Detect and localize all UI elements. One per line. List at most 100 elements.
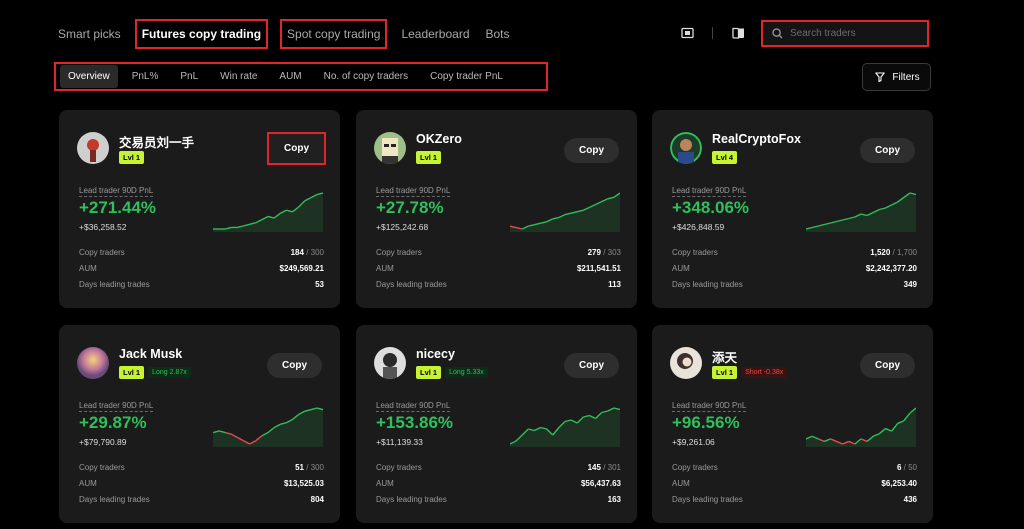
stat-aum: AUM $249,569.21	[79, 264, 324, 273]
stat-copy-traders: Copy traders 279 / 303	[376, 248, 621, 257]
tab-copy-trader-pnl[interactable]: Copy trader PnL	[422, 65, 511, 88]
trader-stats: Copy traders 1,520 / 1,700 AUM $2,242,37…	[672, 248, 917, 296]
pnl-amount: +$426,848.59	[672, 222, 725, 232]
trader-badges: Lvl 1 Long 5.33x	[416, 366, 488, 379]
book-icon[interactable]	[731, 26, 745, 40]
trader-stats: Copy traders 184 / 300 AUM $249,569.21 D…	[79, 248, 324, 296]
pnl-amount: +$11,139.33	[376, 437, 423, 447]
pnl-amount: +$36,258.52	[79, 222, 127, 232]
nav-spot-copy-trading[interactable]: Spot copy trading	[280, 19, 388, 49]
tab-pnl[interactable]: PnL	[172, 65, 206, 88]
screen-icon[interactable]	[680, 26, 694, 40]
trader-name[interactable]: Jack Musk	[119, 347, 182, 361]
tab-win-rate[interactable]: Win rate	[212, 65, 265, 88]
stat-value: 279 / 303	[587, 248, 621, 257]
copy-button[interactable]: Copy	[564, 138, 619, 163]
tab-pnl-percent[interactable]: PnL%	[124, 65, 167, 88]
copy-traders-max: 1,700	[896, 248, 917, 257]
tab-copy-traders-count[interactable]: No. of copy traders	[316, 65, 416, 88]
stat-value: 436	[903, 495, 917, 504]
search-box[interactable]	[761, 20, 929, 47]
stat-label: AUM	[672, 479, 690, 488]
sparkline-area	[213, 193, 323, 232]
stat-days-leading: Days leading trades 436	[672, 495, 917, 504]
nav-leaderboard[interactable]: Leaderboard	[401, 27, 469, 41]
copy-button[interactable]: Copy	[860, 353, 915, 378]
avatar[interactable]	[374, 132, 406, 164]
stat-copy-traders: Copy traders 51 / 300	[79, 463, 324, 472]
nav-futures-copy-trading[interactable]: Futures copy trading	[134, 19, 269, 49]
filter-icon	[873, 70, 887, 84]
copy-button[interactable]: Copy	[564, 353, 619, 378]
stat-value: 53	[315, 280, 324, 289]
trader-card-4[interactable]: Jack Musk Lvl 1 Long 2.87x Copy Lead tra…	[59, 325, 340, 523]
stat-label: Copy traders	[79, 463, 125, 472]
pnl-percent: +348.06%	[672, 198, 750, 217]
top-icons	[680, 26, 745, 40]
trader-stats: Copy traders 279 / 303 AUM $211,541.51 D…	[376, 248, 621, 296]
stat-copy-traders: Copy traders 1,520 / 1,700	[672, 248, 917, 257]
stat-label: Days leading trades	[376, 280, 447, 289]
stat-value: 1,520 / 1,700	[870, 248, 917, 257]
nav-bots[interactable]: Bots	[486, 27, 510, 41]
stat-aum: AUM $6,253.40	[672, 479, 917, 488]
trader-card-3[interactable]: RealCryptoFox Lvl 4 Copy Lead trader 90D…	[652, 110, 933, 308]
stat-days-leading: Days leading trades 349	[672, 280, 917, 289]
level-badge: Lvl 1	[119, 151, 145, 164]
pnl-sparkline	[806, 192, 916, 232]
trader-name[interactable]: 交易员刘一手	[119, 132, 194, 151]
trader-name[interactable]: nicecy	[416, 347, 455, 361]
stat-label: Copy traders	[672, 463, 718, 472]
stat-value: 163	[607, 495, 621, 504]
trader-badges: Lvl 1	[119, 151, 145, 164]
pnl-percent: +29.87%	[79, 413, 147, 432]
copy-traders-count: 1,520	[870, 248, 891, 257]
stat-value: 804	[310, 495, 324, 504]
copy-button[interactable]: Copy	[267, 132, 326, 165]
trader-name[interactable]: OKZero	[416, 132, 462, 146]
trader-card-1[interactable]: 交易员刘一手 Lvl 1 Copy Lead trader 90D PnL +2…	[59, 110, 340, 308]
avatar[interactable]	[77, 347, 109, 379]
trader-badges: Lvl 1 Short -0.38x	[712, 366, 788, 379]
filters-button[interactable]: Filters	[862, 63, 931, 91]
trader-name[interactable]: 添天	[712, 347, 737, 366]
trader-card-5[interactable]: nicecy Lvl 1 Long 5.33x Copy Lead trader…	[356, 325, 637, 523]
pnl-sparkline	[510, 192, 620, 232]
copy-button[interactable]: Copy	[267, 353, 322, 378]
copy-button[interactable]: Copy	[860, 138, 915, 163]
avatar[interactable]	[670, 132, 702, 164]
stat-label: Days leading trades	[79, 495, 150, 504]
trader-card-2[interactable]: OKZero Lvl 1 Copy Lead trader 90D PnL +2…	[356, 110, 637, 308]
trader-card-6[interactable]: 添天 Lvl 1 Short -0.38x Copy Lead trader 9…	[652, 325, 933, 523]
stat-value: 113	[608, 280, 621, 289]
copy-traders-count: 145	[587, 463, 601, 472]
tab-aum[interactable]: AUM	[271, 65, 309, 88]
pnl-amount: +$9,261.06	[672, 437, 715, 447]
stat-copy-traders: Copy traders 184 / 300	[79, 248, 324, 257]
tab-overview[interactable]: Overview	[60, 65, 118, 88]
avatar[interactable]	[77, 132, 109, 164]
search-input[interactable]	[790, 28, 920, 39]
trader-stats: Copy traders 6 / 50 AUM $6,253.40 Days l…	[672, 463, 917, 511]
position-badge: Long 5.33x	[445, 367, 488, 378]
avatar[interactable]	[374, 347, 406, 379]
nav-smart-picks[interactable]: Smart picks	[58, 27, 121, 41]
stat-days-leading: Days leading trades 163	[376, 495, 621, 504]
stat-value: $56,437.63	[580, 479, 621, 488]
stat-label: AUM	[79, 264, 97, 273]
pnl-percent: +27.78%	[376, 198, 444, 217]
copy-traders-count: 184	[290, 248, 304, 257]
pnl-sparkline	[510, 407, 620, 447]
sort-tabs: Overview PnL% PnL Win rate AUM No. of co…	[54, 62, 548, 91]
stat-value: $6,253.40	[881, 479, 917, 488]
avatar[interactable]	[670, 347, 702, 379]
pnl-percent: +153.86%	[376, 413, 454, 432]
trader-name[interactable]: RealCryptoFox	[712, 132, 801, 146]
position-badge: Short -0.38x	[741, 367, 788, 378]
stat-label: Days leading trades	[376, 495, 447, 504]
pnl-sparkline	[213, 192, 323, 232]
divider	[712, 27, 713, 39]
stat-days-leading: Days leading trades 804	[79, 495, 324, 504]
filters-label: Filters	[892, 71, 920, 83]
stat-label: AUM	[376, 479, 394, 488]
